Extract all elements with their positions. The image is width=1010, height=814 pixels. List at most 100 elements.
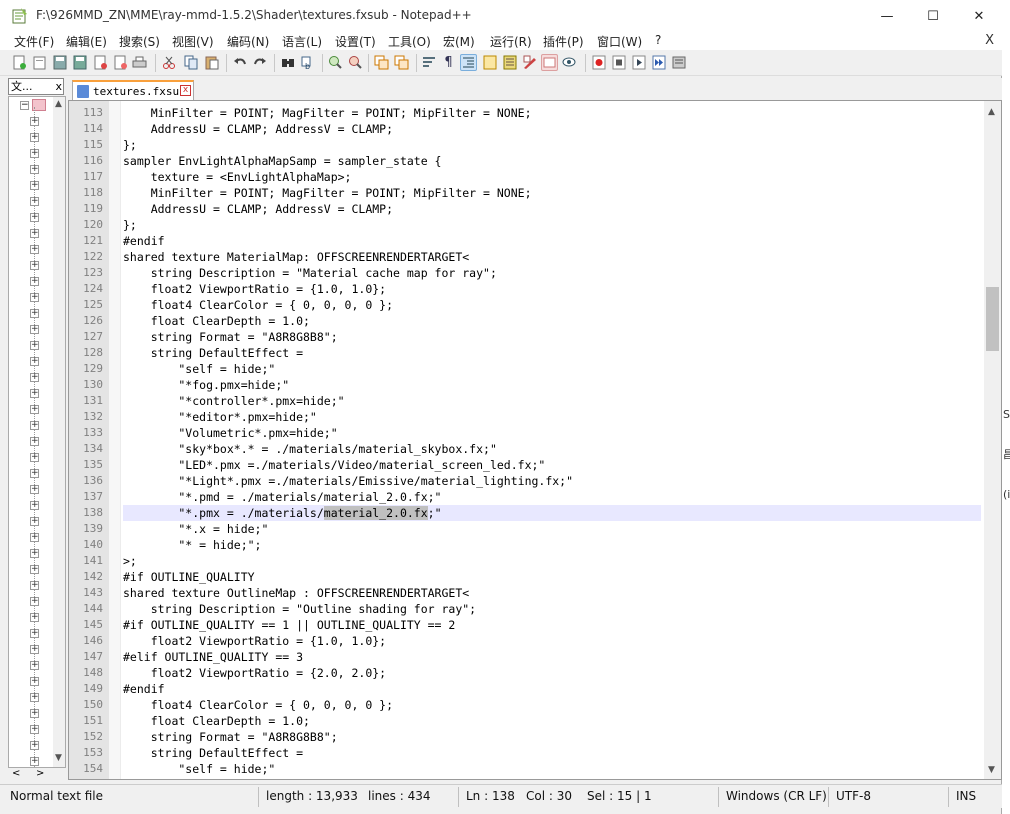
minimize-button[interactable]: — — [864, 0, 910, 32]
code-line[interactable]: 120}; — [83, 217, 981, 233]
tree-expand-icon[interactable]: + — [30, 725, 39, 734]
code-line[interactable]: 130 "*fog.pmx=hide;" — [83, 377, 981, 393]
run-macro-multiple-icon[interactable] — [650, 54, 667, 71]
open-file-icon[interactable] — [31, 54, 48, 71]
tree-expand-icon[interactable]: + — [30, 485, 39, 494]
code-line[interactable]: 143 shared texture OutlineMap : OFFSCREEN… — [83, 585, 981, 601]
scroll-down-icon[interactable]: ▼ — [988, 765, 995, 775]
code-line[interactable]: 144 string Description = "Outline shadin… — [83, 601, 981, 617]
tree-expand-icon[interactable]: + — [30, 197, 39, 206]
save-all-icon[interactable] — [71, 54, 88, 71]
scroll-down-icon[interactable]: ▼ — [55, 753, 62, 763]
code-line[interactable]: 152 string Format = "A8R8G8B8"; — [83, 729, 981, 745]
code-line[interactable]: 141 >; — [83, 553, 981, 569]
code-line[interactable]: 115}; — [83, 137, 981, 153]
tree-expand-icon[interactable]: + — [30, 613, 39, 622]
tree-expand-icon[interactable]: + — [30, 645, 39, 654]
tree-expand-icon[interactable]: + — [30, 693, 39, 702]
menu-plugins[interactable]: 插件(P) — [543, 33, 584, 50]
code-line[interactable]: 122 shared texture MaterialMap: OFFSCREEN… — [83, 249, 981, 265]
tree-expand-icon[interactable]: + — [30, 581, 39, 590]
folder-workspace-icon[interactable] — [521, 54, 538, 71]
code-line[interactable]: 140 "* = hide;"; — [83, 537, 981, 553]
find-icon[interactable] — [279, 54, 296, 71]
scroll-left-icon[interactable]: < — [12, 768, 20, 779]
tree-expand-icon[interactable]: + — [30, 341, 39, 350]
code-line[interactable]: 138 "*.pmx = ./materials/material_2.0.fx… — [83, 505, 981, 521]
menu-file[interactable]: 文件(F) — [14, 33, 54, 50]
tree-expand-icon[interactable]: + — [30, 405, 39, 414]
close-window-button[interactable]: ✕ — [956, 0, 1002, 32]
tree-expand-icon[interactable]: + — [30, 549, 39, 558]
code-line[interactable]: 127 string Format = "A8R8G8B8"; — [83, 329, 981, 345]
save-icon[interactable] — [51, 54, 68, 71]
save-macro-icon[interactable] — [670, 54, 687, 71]
code-line[interactable]: 121 #endif — [83, 233, 981, 249]
function-list-icon[interactable] — [501, 54, 518, 71]
code-line[interactable]: 119 AddressU = CLAMP; AddressV = CLAMP; — [83, 201, 981, 217]
menu-edit[interactable]: 编辑(E) — [66, 33, 107, 50]
tree-expand-icon[interactable]: + — [30, 213, 39, 222]
code-line[interactable]: 154 "self = hide;" — [83, 761, 981, 777]
code-line[interactable]: 124 float2 ViewportRatio = {1.0, 1.0}; — [83, 281, 981, 297]
code-line[interactable]: 150 float4 ClearColor = { 0, 0, 0, 0 }; — [83, 697, 981, 713]
code-line[interactable]: 145 #if OUTLINE_QUALITY == 1 || OUTLINE_Q… — [83, 617, 981, 633]
doc-map-icon[interactable] — [481, 54, 498, 71]
tree-scrollbar[interactable]: ▲ ▼ — [53, 97, 65, 767]
tree-expand-icon[interactable]: + — [30, 293, 39, 302]
menu-language[interactable]: 语言(L) — [282, 33, 322, 50]
tree-expand-icon[interactable]: + — [30, 629, 39, 638]
print-icon[interactable] — [131, 54, 148, 71]
sync-horizontal-icon[interactable] — [393, 54, 410, 71]
eye-icon[interactable] — [561, 54, 578, 71]
tree-expand-icon[interactable]: + — [30, 437, 39, 446]
menu-search[interactable]: 搜索(S) — [119, 33, 160, 50]
panel-tab[interactable]: 文... x — [8, 78, 64, 95]
show-all-chars-icon[interactable]: ¶ — [440, 54, 457, 71]
sync-vertical-icon[interactable] — [373, 54, 390, 71]
close-document-x[interactable]: X — [985, 33, 994, 48]
code-line[interactable]: 151 float ClearDepth = 1.0; — [83, 713, 981, 729]
stop-record-icon[interactable] — [610, 54, 627, 71]
close-all-icon[interactable] — [111, 54, 128, 71]
code-line[interactable]: 137 "*.pmd = ./materials/material_2.0.fx… — [83, 489, 981, 505]
code-line[interactable]: 153 string DefaultEffect = — [83, 745, 981, 761]
code-line[interactable]: 149 #endif — [83, 681, 981, 697]
zoom-out-icon[interactable] — [346, 54, 363, 71]
tree-expand-icon[interactable]: + — [30, 309, 39, 318]
tree-expand-icon[interactable]: + — [30, 741, 39, 750]
tree-expand-icon[interactable]: + — [30, 229, 39, 238]
menu-view[interactable]: 视图(V) — [172, 33, 214, 50]
tree-expand-icon[interactable]: + — [30, 181, 39, 190]
tree-expand-icon[interactable]: + — [30, 149, 39, 158]
tree-hscrollbar[interactable]: < > — [8, 768, 66, 782]
replace-icon[interactable]: b — [299, 54, 316, 71]
scroll-thumb[interactable] — [986, 287, 999, 351]
close-icon[interactable] — [91, 54, 108, 71]
tree-expand-icon[interactable]: + — [30, 357, 39, 366]
indent-guide-icon[interactable] — [460, 54, 477, 71]
tree-expand-icon[interactable]: + — [30, 757, 39, 766]
menu-encoding[interactable]: 编码(N) — [227, 33, 269, 50]
menu-settings[interactable]: 设置(T) — [335, 33, 376, 50]
menu-tools[interactable]: 工具(O) — [388, 33, 431, 50]
menu-macro[interactable]: 宏(M) — [443, 33, 475, 50]
paste-icon[interactable] — [203, 54, 220, 71]
tree-expand-icon[interactable]: + — [30, 117, 39, 126]
tree-expand-icon[interactable]: + — [30, 469, 39, 478]
code-line[interactable]: 129 "self = hide;" — [83, 361, 981, 377]
code-line[interactable]: 132 "*editor*.pmx=hide;" — [83, 409, 981, 425]
tree-expand-icon[interactable]: + — [30, 565, 39, 574]
tree-expand-icon[interactable]: + — [30, 373, 39, 382]
tree-expand-icon[interactable]: + — [30, 421, 39, 430]
code-line[interactable]: 142 #if OUTLINE_QUALITY — [83, 569, 981, 585]
code-lines[interactable]: 113 MinFilter = POINT; MagFilter = POINT… — [83, 105, 981, 777]
code-line[interactable]: 134 "sky*box*.* = ./materials/material_s… — [83, 441, 981, 457]
copy-icon[interactable] — [182, 54, 199, 71]
redo-icon[interactable] — [251, 54, 268, 71]
code-line[interactable]: 113 MinFilter = POINT; MagFilter = POINT… — [83, 105, 981, 121]
code-editor[interactable]: 113 MinFilter = POINT; MagFilter = POINT… — [68, 100, 1002, 780]
tree-expand-icon[interactable]: + — [30, 677, 39, 686]
new-file-icon[interactable] — [10, 54, 27, 71]
maximize-button[interactable]: ☐ — [910, 0, 956, 32]
